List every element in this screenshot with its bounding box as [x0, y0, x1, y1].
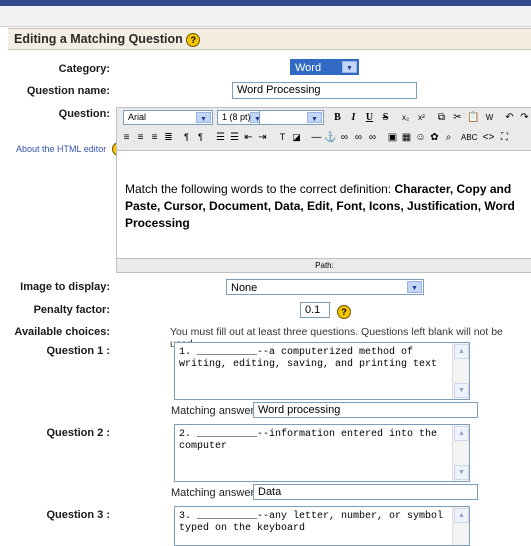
- align-justify-icon[interactable]: ≣: [161, 130, 176, 145]
- matching-answer-1-input[interactable]: Word processing: [253, 402, 478, 418]
- matching-answer-2-input[interactable]: Data: [253, 484, 478, 500]
- ordered-list-icon[interactable]: ☰: [213, 130, 228, 145]
- category-value: Word: [295, 62, 322, 74]
- paste-icon[interactable]: 📋: [466, 110, 481, 125]
- html-source-icon[interactable]: <>: [481, 130, 496, 145]
- scrollbar[interactable]: ▲ ▼: [452, 425, 469, 481]
- undo-icon[interactable]: ↶: [502, 110, 517, 125]
- rtl-icon[interactable]: ¶: [193, 130, 208, 145]
- align-right-icon[interactable]: ≡: [147, 130, 162, 145]
- find-icon[interactable]: ⌕: [441, 130, 456, 145]
- scroll-down-icon[interactable]: ▼: [454, 383, 469, 398]
- question-3-label: Question 3 :: [46, 509, 110, 521]
- matching-answer-1-label: Matching answer 1: [171, 405, 264, 417]
- page-title: Editing a Matching Question ?: [14, 32, 201, 47]
- ltr-icon[interactable]: ¶: [179, 130, 194, 145]
- subscript-icon[interactable]: x₂: [398, 110, 413, 125]
- cut-icon[interactable]: ✂: [450, 110, 465, 125]
- special-char-icon[interactable]: ✿: [427, 130, 442, 145]
- anchor-icon[interactable]: ⚓: [323, 130, 338, 145]
- scroll-down-icon[interactable]: ▼: [454, 465, 469, 480]
- category-label: Category:: [58, 63, 110, 75]
- toolbar-row-1: Arial ▼ 1 (8 pt) ▼ ▼ B I U S x₂ x² ⧉ ✂ 📋…: [117, 108, 531, 128]
- style-select[interactable]: ▼: [259, 110, 324, 125]
- bold-icon[interactable]: B: [330, 110, 345, 125]
- spellcheck-icon[interactable]: ABC: [461, 130, 477, 145]
- penalty-label: Penalty factor:: [33, 304, 110, 316]
- unlink-icon[interactable]: ∞: [351, 130, 366, 145]
- editor-toolbar: Arial ▼ 1 (8 pt) ▼ ▼ B I U S x₂ x² ⧉ ✂ 📋…: [116, 107, 531, 151]
- question-2-label: Question 2 :: [46, 427, 110, 439]
- question-1-label: Question 1 :: [46, 345, 110, 357]
- question-1-textarea[interactable]: 1. __________--a computerized method of …: [174, 342, 470, 400]
- copy-icon[interactable]: ⧉: [434, 110, 449, 125]
- redo-icon[interactable]: ↷: [517, 110, 531, 125]
- outdent-icon[interactable]: ⇤: [241, 130, 256, 145]
- italic-icon[interactable]: I: [346, 110, 361, 125]
- superscript-icon[interactable]: x²: [414, 110, 429, 125]
- link-icon[interactable]: ∞: [337, 130, 352, 145]
- strikethrough-icon[interactable]: S: [378, 110, 393, 125]
- text-color-icon[interactable]: T: [275, 130, 290, 145]
- scrollbar[interactable]: ▲ ▼: [452, 343, 469, 399]
- matching-answer-2-label: Matching answer 2: [171, 487, 264, 499]
- scroll-up-icon[interactable]: ▲: [454, 508, 469, 523]
- section-header: Editing a Matching Question ?: [8, 28, 531, 50]
- indent-icon[interactable]: ⇥: [255, 130, 270, 145]
- help-icon[interactable]: ?: [186, 33, 201, 47]
- image-icon[interactable]: ▣: [385, 130, 400, 145]
- chevron-down-icon[interactable]: ▼: [196, 112, 211, 123]
- bg-color-icon[interactable]: ◪: [289, 130, 304, 145]
- fullscreen-icon[interactable]: ⛶: [497, 130, 512, 145]
- table-icon[interactable]: ▦: [399, 130, 414, 145]
- chevron-down-icon[interactable]: ▼: [307, 112, 322, 123]
- chevron-down-icon[interactable]: ▼: [342, 61, 357, 73]
- editor-content[interactable]: Match the following words to the correct…: [125, 181, 528, 232]
- scroll-up-icon[interactable]: ▲: [454, 344, 469, 359]
- category-select[interactable]: Word ▼: [290, 59, 359, 75]
- question-name-label: Question name:: [26, 85, 110, 97]
- smiley-icon[interactable]: ☺: [413, 130, 428, 145]
- help-icon[interactable]: ?: [337, 305, 351, 319]
- clean-word-icon[interactable]: W: [482, 110, 497, 125]
- image-label: Image to display:: [20, 281, 110, 293]
- question-2-textarea[interactable]: 2. __________--information entered into …: [174, 424, 470, 482]
- unordered-list-icon[interactable]: ☰: [227, 130, 242, 145]
- editor-path-bar: Path:: [116, 258, 531, 273]
- image-value: None: [231, 282, 258, 294]
- image-select[interactable]: None ▼: [226, 279, 424, 295]
- question-name-input[interactable]: Word Processing: [232, 82, 417, 99]
- choices-label: Available choices:: [14, 326, 110, 338]
- align-left-icon[interactable]: ≡: [119, 130, 134, 145]
- question-label: Question:: [58, 108, 110, 120]
- font-select[interactable]: Arial ▼: [123, 110, 213, 125]
- underline-icon[interactable]: U: [362, 110, 377, 125]
- align-center-icon[interactable]: ≡: [133, 130, 148, 145]
- about-html-editor-link[interactable]: About the HTML editor ?: [16, 142, 126, 156]
- question-3-textarea[interactable]: 3. __________--any letter, number, or sy…: [174, 506, 470, 546]
- toolbar-row-2: ≡ ≡ ≡ ≣ ¶ ¶ ☰ ☰ ⇤ ⇥ T ◪ — ⚓ ∞ ∞ ∞ ▣ ▦ ☺ …: [117, 128, 531, 148]
- page-top-strip: [0, 6, 531, 27]
- nolink-icon[interactable]: ∞: [365, 130, 380, 145]
- penalty-input[interactable]: 0.1: [300, 302, 330, 318]
- scroll-up-icon[interactable]: ▲: [454, 426, 469, 441]
- scrollbar[interactable]: ▲: [452, 507, 469, 545]
- chevron-down-icon[interactable]: ▼: [407, 281, 422, 293]
- horizontal-rule-icon[interactable]: —: [309, 130, 324, 145]
- html-editor-area[interactable]: Match the following words to the correct…: [116, 150, 531, 259]
